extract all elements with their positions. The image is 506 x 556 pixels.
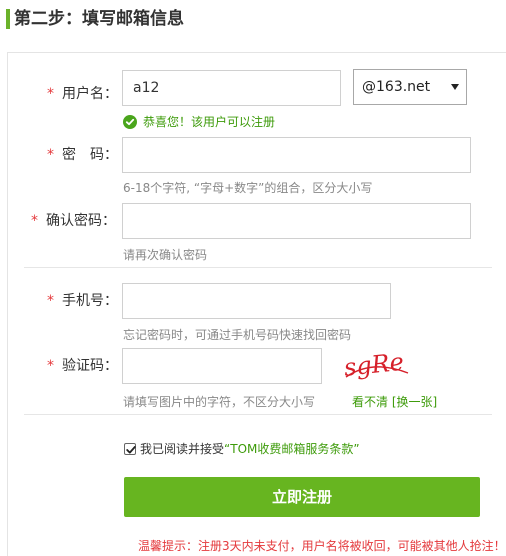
password-label: 密 码： [62,147,118,163]
required-mark: * [31,213,38,229]
section-divider [24,267,492,268]
section-divider [24,414,492,415]
captcha-refresh-link[interactable]: 看不清 [换一张] [352,394,437,410]
username-available-message: 恭喜您！该用户可以注册 [123,113,275,131]
captcha-label-row: * 验证码： [47,356,118,376]
phone-label: 手机号： [62,293,118,309]
required-mark: * [47,358,54,374]
confirm-password-hint: 请再次确认密码 [123,248,208,262]
phone-label-row: * 手机号： [47,291,118,311]
phone-hint: 忘记密码时，可通过手机号码快速找回密码 [123,328,352,342]
agreement-checkbox[interactable] [124,442,136,455]
check-circle-icon [123,114,137,129]
password-hint: 6-18个字符, “字母+数字”的组合，区分大小写 [123,181,373,195]
username-available-text: 恭喜您！该用户可以注册 [143,115,276,129]
confirm-password-label-row: * 确认密码： [31,211,116,231]
phone-input[interactable] [122,283,391,319]
payment-notice: 温馨提示：注册3天内未支付，用户名将被收回，可能被其他人抢注！ [138,539,506,553]
username-label-row: * 用户名： [47,84,118,104]
chevron-down-icon [451,84,459,90]
mail-domain-select[interactable]: @163.net [353,69,467,105]
confirm-password-label: 确认密码： [46,213,116,229]
agreement-row: 我已阅读并接受“TOM收费邮箱服务条款” [124,441,360,459]
terms-link[interactable]: “TOM收费邮箱服务条款” [224,442,360,456]
agreement-text: 我已阅读并接受 [140,442,225,456]
step-accent-bar [6,9,10,29]
required-mark: * [47,86,54,102]
username-input[interactable]: a12 [122,70,341,106]
password-label-row: * 密 码： [47,145,118,165]
username-label: 用户名： [62,86,118,102]
required-mark: * [47,293,54,309]
register-button[interactable]: 立即注册 [124,477,480,517]
captcha-input[interactable] [122,348,322,384]
captcha-label: 验证码： [62,358,118,374]
captcha-hint: 请填写图片中的字符，不区分大小写 [123,395,316,409]
captcha-image[interactable]: sgRe [342,347,414,385]
step-header: 第二步：填写邮箱信息 [0,0,506,40]
username-value: a12 [133,80,160,96]
step-title: 第二步：填写邮箱信息 [14,9,184,29]
captcha-image-text: sgRe [343,348,406,382]
mail-domain-value: @163.net [362,79,431,95]
confirm-password-input[interactable] [122,203,471,239]
required-mark: * [47,147,54,163]
password-input[interactable] [122,137,471,173]
